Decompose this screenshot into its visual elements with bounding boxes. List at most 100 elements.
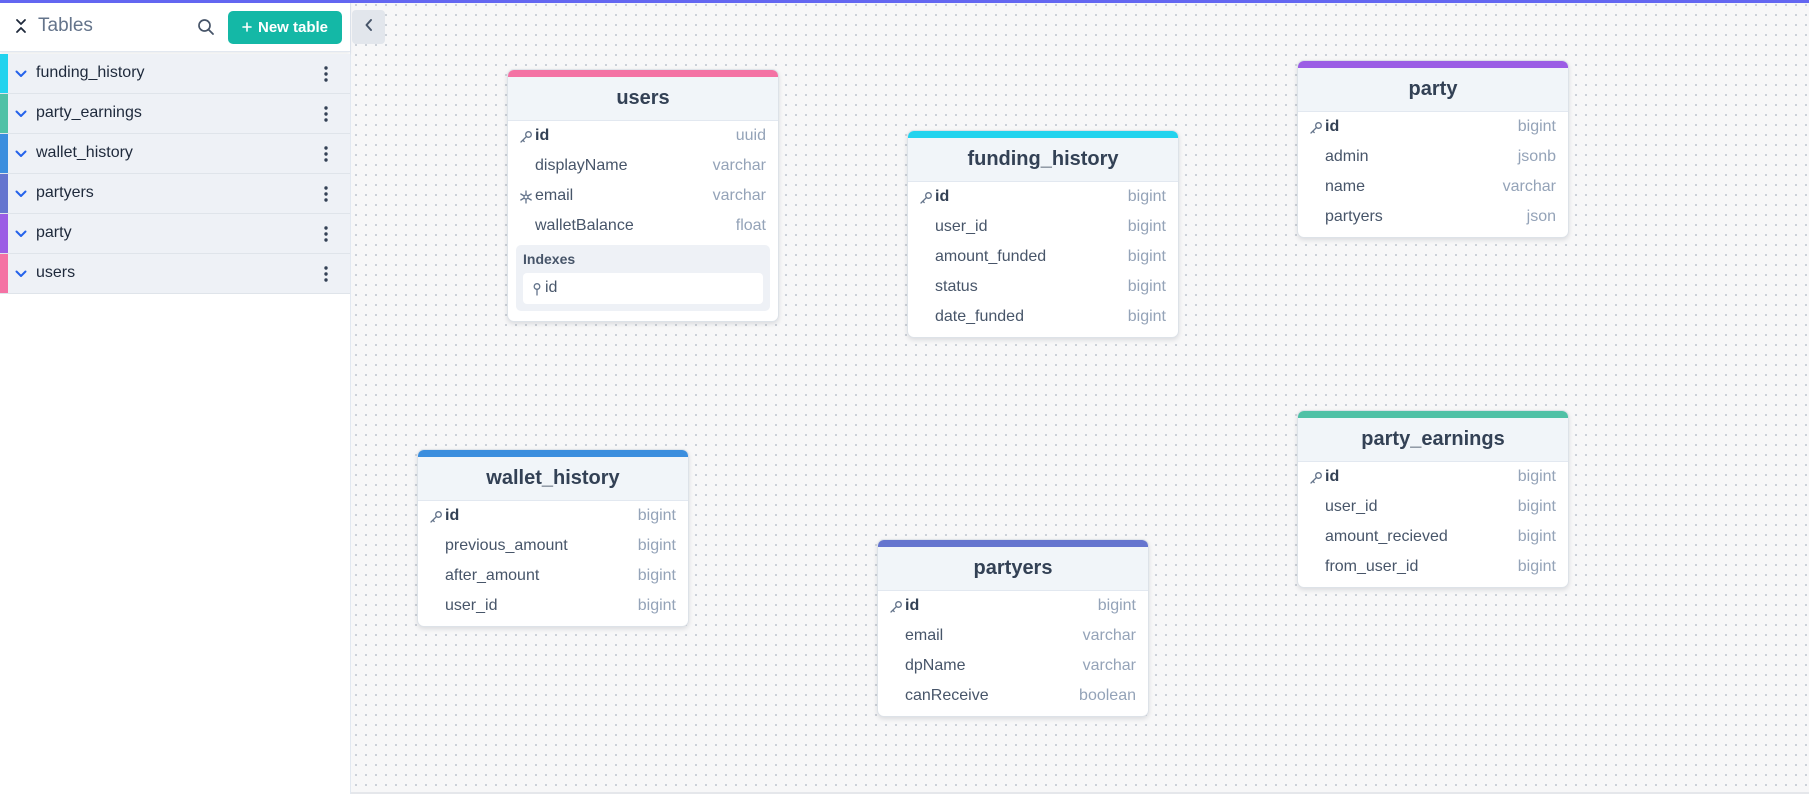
field-name: amount_recieved [1325, 528, 1448, 545]
new-table-label: New table [257, 19, 329, 36]
field-type: varchar [1082, 627, 1136, 644]
field-row[interactable]: date_funded bigint [908, 302, 1178, 332]
field-row[interactable]: from_user_id bigint [1298, 552, 1568, 582]
sidebar-item-party-earnings[interactable]: party_earnings [0, 94, 350, 134]
key-icon [519, 130, 533, 144]
search-icon[interactable] [196, 17, 216, 37]
field-row[interactable]: after_amount bigint [418, 561, 688, 591]
field-type: bigint [1517, 118, 1556, 135]
table-funding-history[interactable]: funding_history id bigint user_id bigint… [907, 130, 1179, 338]
field-name: partyers [1325, 208, 1383, 225]
table-header[interactable]: users [508, 77, 778, 121]
field-name: user_id [935, 218, 988, 235]
field-type: bigint [1517, 468, 1556, 485]
table-wallet-history[interactable]: wallet_history id bigint previous_amount… [417, 449, 689, 627]
field-row[interactable]: walletBalance float [508, 211, 778, 241]
chevron-down-icon[interactable] [14, 107, 28, 121]
field-row[interactable]: amount_funded bigint [908, 242, 1178, 272]
sidebar-item-partyers[interactable]: partyers [0, 174, 350, 214]
field-row[interactable]: id bigint [1298, 462, 1568, 492]
field-name: id [445, 507, 460, 524]
field-row[interactable]: id uuid [508, 121, 778, 151]
field-type: varchar [712, 187, 766, 204]
field-row[interactable]: user_id bigint [908, 212, 1178, 242]
field-type: bigint [1127, 218, 1166, 235]
table-header[interactable]: party [1298, 68, 1568, 112]
field-type: boolean [1079, 687, 1136, 704]
table-header[interactable]: party_earnings [1298, 418, 1568, 462]
field-row[interactable]: partyers json [1298, 202, 1568, 232]
sidebar-item-label: party_earnings [36, 104, 142, 121]
field-name: dpName [905, 657, 966, 674]
table-color-stripe [0, 174, 8, 213]
index-item[interactable]: id [523, 273, 763, 304]
chevron-down-icon[interactable] [14, 67, 28, 81]
chevron-left-icon [363, 18, 375, 37]
field-type: bigint [1127, 248, 1166, 265]
field-row[interactable]: dpName varchar [878, 651, 1148, 681]
table-color-stripe [0, 134, 8, 173]
table-header[interactable]: partyers [878, 547, 1148, 591]
field-row[interactable]: user_id bigint [1298, 492, 1568, 522]
chevron-down-icon[interactable] [14, 267, 28, 281]
field-row[interactable]: id bigint [908, 182, 1178, 212]
field-row[interactable]: id bigint [418, 501, 688, 531]
sidebar-item-party[interactable]: party [0, 214, 350, 254]
field-row[interactable]: name varchar [1298, 172, 1568, 202]
field-name: id [535, 127, 550, 144]
more-vertical-icon[interactable] [318, 64, 334, 84]
chevron-down-icon[interactable] [14, 187, 28, 201]
table-header[interactable]: funding_history [908, 138, 1178, 182]
field-row[interactable]: id bigint [878, 591, 1148, 621]
top-accent-line [0, 0, 1809, 3]
sidebar-item-funding-history[interactable]: funding_history [0, 54, 350, 94]
field-row[interactable]: admin jsonb [1298, 142, 1568, 172]
sidebar-title: Tables [38, 15, 93, 36]
field-row[interactable]: canReceive boolean [878, 681, 1148, 711]
field-type: varchar [712, 157, 766, 174]
field-row[interactable]: id bigint [1298, 112, 1568, 142]
table-partyers[interactable]: partyers id bigint email varchar dpName … [877, 539, 1149, 717]
field-row[interactable]: previous_amount bigint [418, 531, 688, 561]
field-type: bigint [1097, 597, 1136, 614]
field-row[interactable]: user_id bigint [418, 591, 688, 621]
key-icon [429, 510, 443, 524]
sidebar-item-users[interactable]: users [0, 254, 350, 294]
key-icon [889, 600, 903, 614]
more-vertical-icon[interactable] [318, 224, 334, 244]
table-list: funding_history party_earnings wallet_hi… [0, 54, 350, 294]
plus-icon [242, 19, 252, 36]
index-key-icon [531, 282, 543, 296]
field-row[interactable]: email varchar [878, 621, 1148, 651]
table-party[interactable]: party id bigint admin jsonb name varchar… [1297, 60, 1569, 238]
field-name: user_id [1325, 498, 1378, 515]
new-table-button[interactable]: New table [228, 11, 342, 44]
chevron-down-icon[interactable] [14, 147, 28, 161]
field-name: previous_amount [445, 537, 568, 554]
table-header[interactable]: wallet_history [418, 457, 688, 501]
field-type: bigint [1517, 498, 1556, 515]
field-row[interactable]: amount_recieved bigint [1298, 522, 1568, 552]
field-row[interactable]: displayName varchar [508, 151, 778, 181]
toggle-sidebar-button[interactable] [352, 10, 385, 44]
field-type: bigint [1517, 558, 1556, 575]
field-type: jsonb [1517, 148, 1556, 165]
table-users[interactable]: users id uuid displayName varchar email … [507, 69, 779, 322]
field-type: uuid [735, 127, 766, 144]
field-type: bigint [1127, 278, 1166, 295]
chevron-down-icon[interactable] [14, 227, 28, 241]
more-vertical-icon[interactable] [318, 144, 334, 164]
field-name: id [1325, 118, 1340, 135]
more-vertical-icon[interactable] [318, 104, 334, 124]
collapse-all-icon[interactable] [14, 18, 28, 34]
field-row[interactable]: email varchar [508, 181, 778, 211]
field-row[interactable]: status bigint [908, 272, 1178, 302]
more-vertical-icon[interactable] [318, 184, 334, 204]
field-name: admin [1325, 148, 1369, 165]
field-name: walletBalance [535, 217, 634, 234]
sidebar-item-wallet-history[interactable]: wallet_history [0, 134, 350, 174]
key-icon [1309, 471, 1323, 485]
field-name: user_id [445, 597, 498, 614]
more-vertical-icon[interactable] [318, 264, 334, 284]
table-party-earnings[interactable]: party_earnings id bigint user_id bigint … [1297, 410, 1569, 588]
